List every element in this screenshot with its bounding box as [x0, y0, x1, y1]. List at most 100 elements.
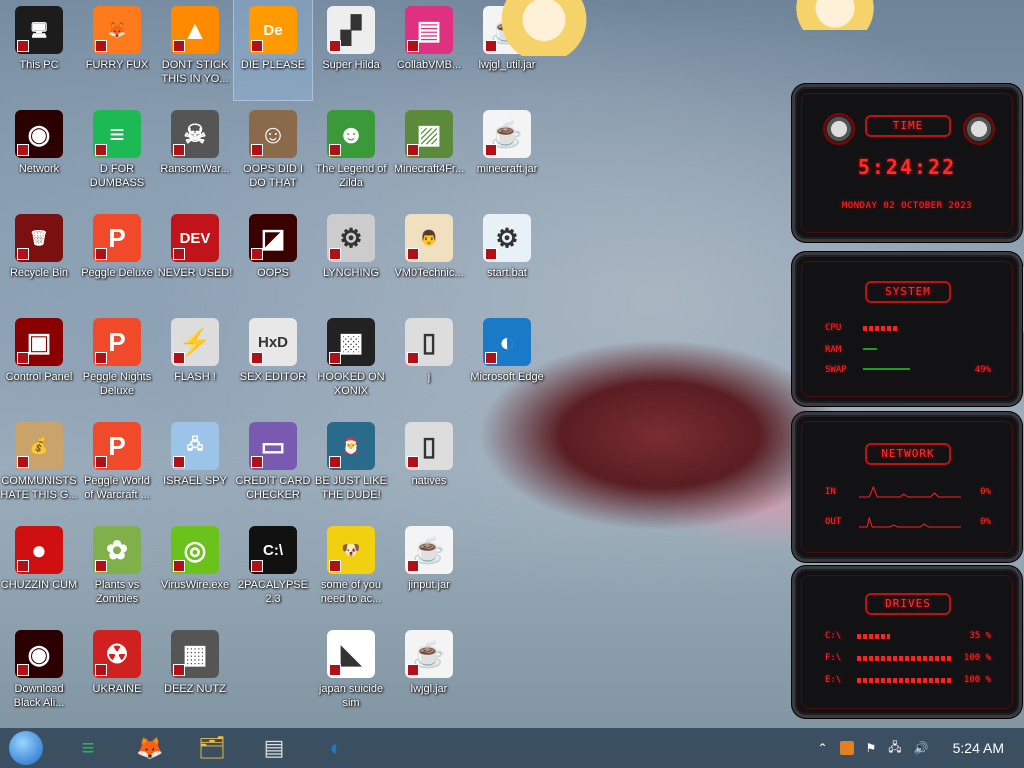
- taskbar-spotify[interactable]: ≡: [68, 728, 108, 768]
- desktop-icon-glyph: ☺: [259, 118, 287, 149]
- desktop-icon[interactable]: ▞ Super Hilda: [312, 0, 390, 100]
- desktop-icon[interactable]: ⚙ LYNCHING: [312, 208, 390, 308]
- desktop-icon[interactable]: ☢ UKRAINE: [78, 624, 156, 724]
- desktop-icon-label: Microsoft Edge: [470, 371, 544, 383]
- shortcut-badge-icon: [329, 352, 341, 364]
- desktop-icon[interactable]: 🖧 ISRAEL SPY: [156, 416, 234, 516]
- desktop-icon[interactable]: ≡ D FOR DUMBASS: [78, 104, 156, 204]
- shortcut-badge-icon: [17, 40, 29, 52]
- taskbar-clock[interactable]: 5:24 AM: [953, 740, 1004, 756]
- desktop-icon[interactable]: 💰 COMMUNISTS HATE THIS G...: [0, 416, 78, 516]
- desktop-icon-label: UKRAINE: [92, 683, 142, 695]
- edge-icon: ◐: [329, 735, 343, 760]
- desktop-icon[interactable]: 🦊 FURRY FUX: [78, 0, 156, 100]
- desktop-icon[interactable]: P Peggle World of Warcraft ...: [78, 416, 156, 516]
- desktop-icon[interactable]: ☺ OOPS DID I DO THAT: [234, 104, 312, 204]
- app-tray-icon[interactable]: [839, 741, 854, 755]
- desktop-icon-label: Peggle Nights Deluxe: [82, 371, 152, 397]
- volume-icon[interactable]: 🔊: [914, 741, 929, 755]
- desktop-icon[interactable]: ◣ japan suicide sim: [312, 624, 390, 724]
- desktop-icon[interactable]: ⚡ FLASH !: [156, 312, 234, 412]
- network-icon[interactable]: 🖧: [888, 738, 901, 759]
- desktop-icon-glyph: ▞: [341, 14, 361, 45]
- drive-label: C:\: [825, 631, 842, 641]
- taskbar-start-button[interactable]: ●: [6, 728, 46, 768]
- desktop-icon-glyph: P: [108, 430, 126, 461]
- desktop-icon-glyph: ▲: [182, 14, 208, 45]
- desktop-icon[interactable]: ◎ VirusWire.exe: [156, 520, 234, 620]
- desktop-icon[interactable]: ◐ Microsoft Edge: [468, 312, 546, 412]
- taskbar-edge[interactable]: ◐: [316, 728, 356, 768]
- desktop-icon[interactable]: ☠ RansomWar...: [156, 104, 234, 204]
- drive-bar: [857, 633, 890, 639]
- desktop-icon-glyph: ⚙: [495, 222, 519, 253]
- desktop-icon[interactable]: ▯ j: [390, 312, 468, 412]
- desktop-icon-glyph: ▦: [182, 638, 208, 669]
- desktop-icon[interactable]: ▨ Minecraft4Fr...: [390, 104, 468, 204]
- widget-clock: 5:24:22: [857, 155, 957, 179]
- desktop-icon-glyph: ◎: [183, 534, 207, 565]
- desktop-icon[interactable]: ▩ HOOKED ON XONIX: [312, 312, 390, 412]
- desktop-icon[interactable]: ▭ CREDIT CARD CHECKER: [234, 416, 312, 516]
- desktop-icon[interactable]: P Peggle Nights Deluxe: [78, 312, 156, 412]
- desktop-icon[interactable]: 🖥 This PC: [0, 0, 78, 100]
- desktop-icon-image: P: [93, 318, 141, 366]
- desktop-icon-label: Control Panel: [5, 371, 73, 383]
- alien-icon-left: [823, 113, 855, 145]
- desktop-icon-glyph: ▯: [421, 430, 437, 461]
- net-in-row: IN 0%: [825, 485, 991, 499]
- desktop-icon[interactable]: C:\ 2PACALYPSE 2.3: [234, 520, 312, 620]
- desktop-icon-label: OOPS: [257, 267, 289, 279]
- desktop-icon[interactable]: ☻ The Legend of Zilda: [312, 104, 390, 204]
- desktop-icon[interactable]: 👨 VM0Technic...: [390, 208, 468, 308]
- desktop-icon[interactable]: ▤ CollabVMB...: [390, 0, 468, 100]
- shortcut-badge-icon: [173, 456, 185, 468]
- desktop-icon[interactable]: 🎅 BE JUST LIKE THE DUDE!: [312, 416, 390, 516]
- desktop-icon[interactable]: ◉ Network: [0, 104, 78, 204]
- desktop-icon[interactable]: ● CHUZZIN CUM: [0, 520, 78, 620]
- desktop-icon-image: ☕: [405, 630, 453, 678]
- desktop-icon-label: Peggle World of Warcraft ...: [84, 475, 150, 501]
- desktop-icon[interactable]: ⚙ start.bat: [468, 208, 546, 308]
- desktop-icon[interactable]: ◉ Download Black Ali...: [0, 624, 78, 724]
- desktop-icon-glyph: ◣: [341, 638, 361, 669]
- desktop-icon[interactable]: HxD SEX EDITOR: [234, 312, 312, 412]
- desktop-icon-label: LYNCHING: [322, 267, 380, 279]
- desktop-icon[interactable]: ▦ DEEZ NUTZ: [156, 624, 234, 724]
- desktop-icon[interactable]: ✿ Plants vs Zombies: [78, 520, 156, 620]
- taskbar-window-app[interactable]: ▤: [254, 728, 294, 768]
- taskbar: ● ≡ 🦊 🗂 ▤ ◐ ⌃ ⚑ 🖧 🔊 5:24 AM: [0, 728, 1024, 768]
- taskbar-file-explorer[interactable]: 🗂: [192, 728, 232, 768]
- desktop-icon-glyph: ▭: [260, 430, 286, 461]
- desktop-icon[interactable]: 🗑 Recycle Bin: [0, 208, 78, 308]
- chevron-up-icon[interactable]: ⌃: [817, 741, 827, 755]
- desktop-icon-glyph: 🎅: [341, 438, 361, 455]
- flag-icon[interactable]: ⚑: [866, 741, 877, 755]
- desktop-icon[interactable]: ☕ lwjgl.jar: [390, 624, 468, 724]
- swap-value: 49%: [974, 365, 991, 375]
- desktop-icon-glyph: ▨: [416, 118, 442, 149]
- desktop-icon[interactable]: ▲ DONT STICK THIS IN YO...: [156, 0, 234, 100]
- desktop-icon[interactable]: P Peggle Deluxe: [78, 208, 156, 308]
- desktop-icon[interactable]: ◪ OOPS: [234, 208, 312, 308]
- desktop-icon-image: 👨: [405, 214, 453, 262]
- desktop-icon-glyph: 🐶: [341, 542, 361, 559]
- system-tray: ⌃ ⚑ 🖧 🔊 5:24 AM: [811, 728, 1024, 768]
- desktop-icon-image: 🦊: [93, 6, 141, 54]
- desktop-icon-label: Network: [18, 163, 60, 175]
- taskbar-firefox[interactable]: 🦊: [130, 728, 170, 768]
- desktop-icon[interactable]: 🐶 some of you need to ac...: [312, 520, 390, 620]
- desktop-icon[interactable]: DEV NEVER USED!: [156, 208, 234, 308]
- desktop-icon[interactable]: ▯ natives: [390, 416, 468, 516]
- desktop-icon[interactable]: ☕ minecraft.jar: [468, 104, 546, 204]
- ram-bar: [863, 347, 878, 350]
- shortcut-badge-icon: [17, 456, 29, 468]
- desktop-icon-label: some of you need to ac...: [320, 579, 382, 605]
- desktop-icon[interactable]: De DIE PLEASE: [233, 0, 313, 101]
- desktop-icon-label: lwjgl.jar: [410, 683, 448, 695]
- desktop-icon-glyph: 💰: [29, 438, 49, 455]
- desktop-icon[interactable]: ☕ jinput.jar: [390, 520, 468, 620]
- desktop-icon-label: SEX EDITOR: [239, 371, 307, 383]
- swap-row: SWAP 49%: [825, 365, 991, 375]
- desktop-icon[interactable]: ▣ Control Panel: [0, 312, 78, 412]
